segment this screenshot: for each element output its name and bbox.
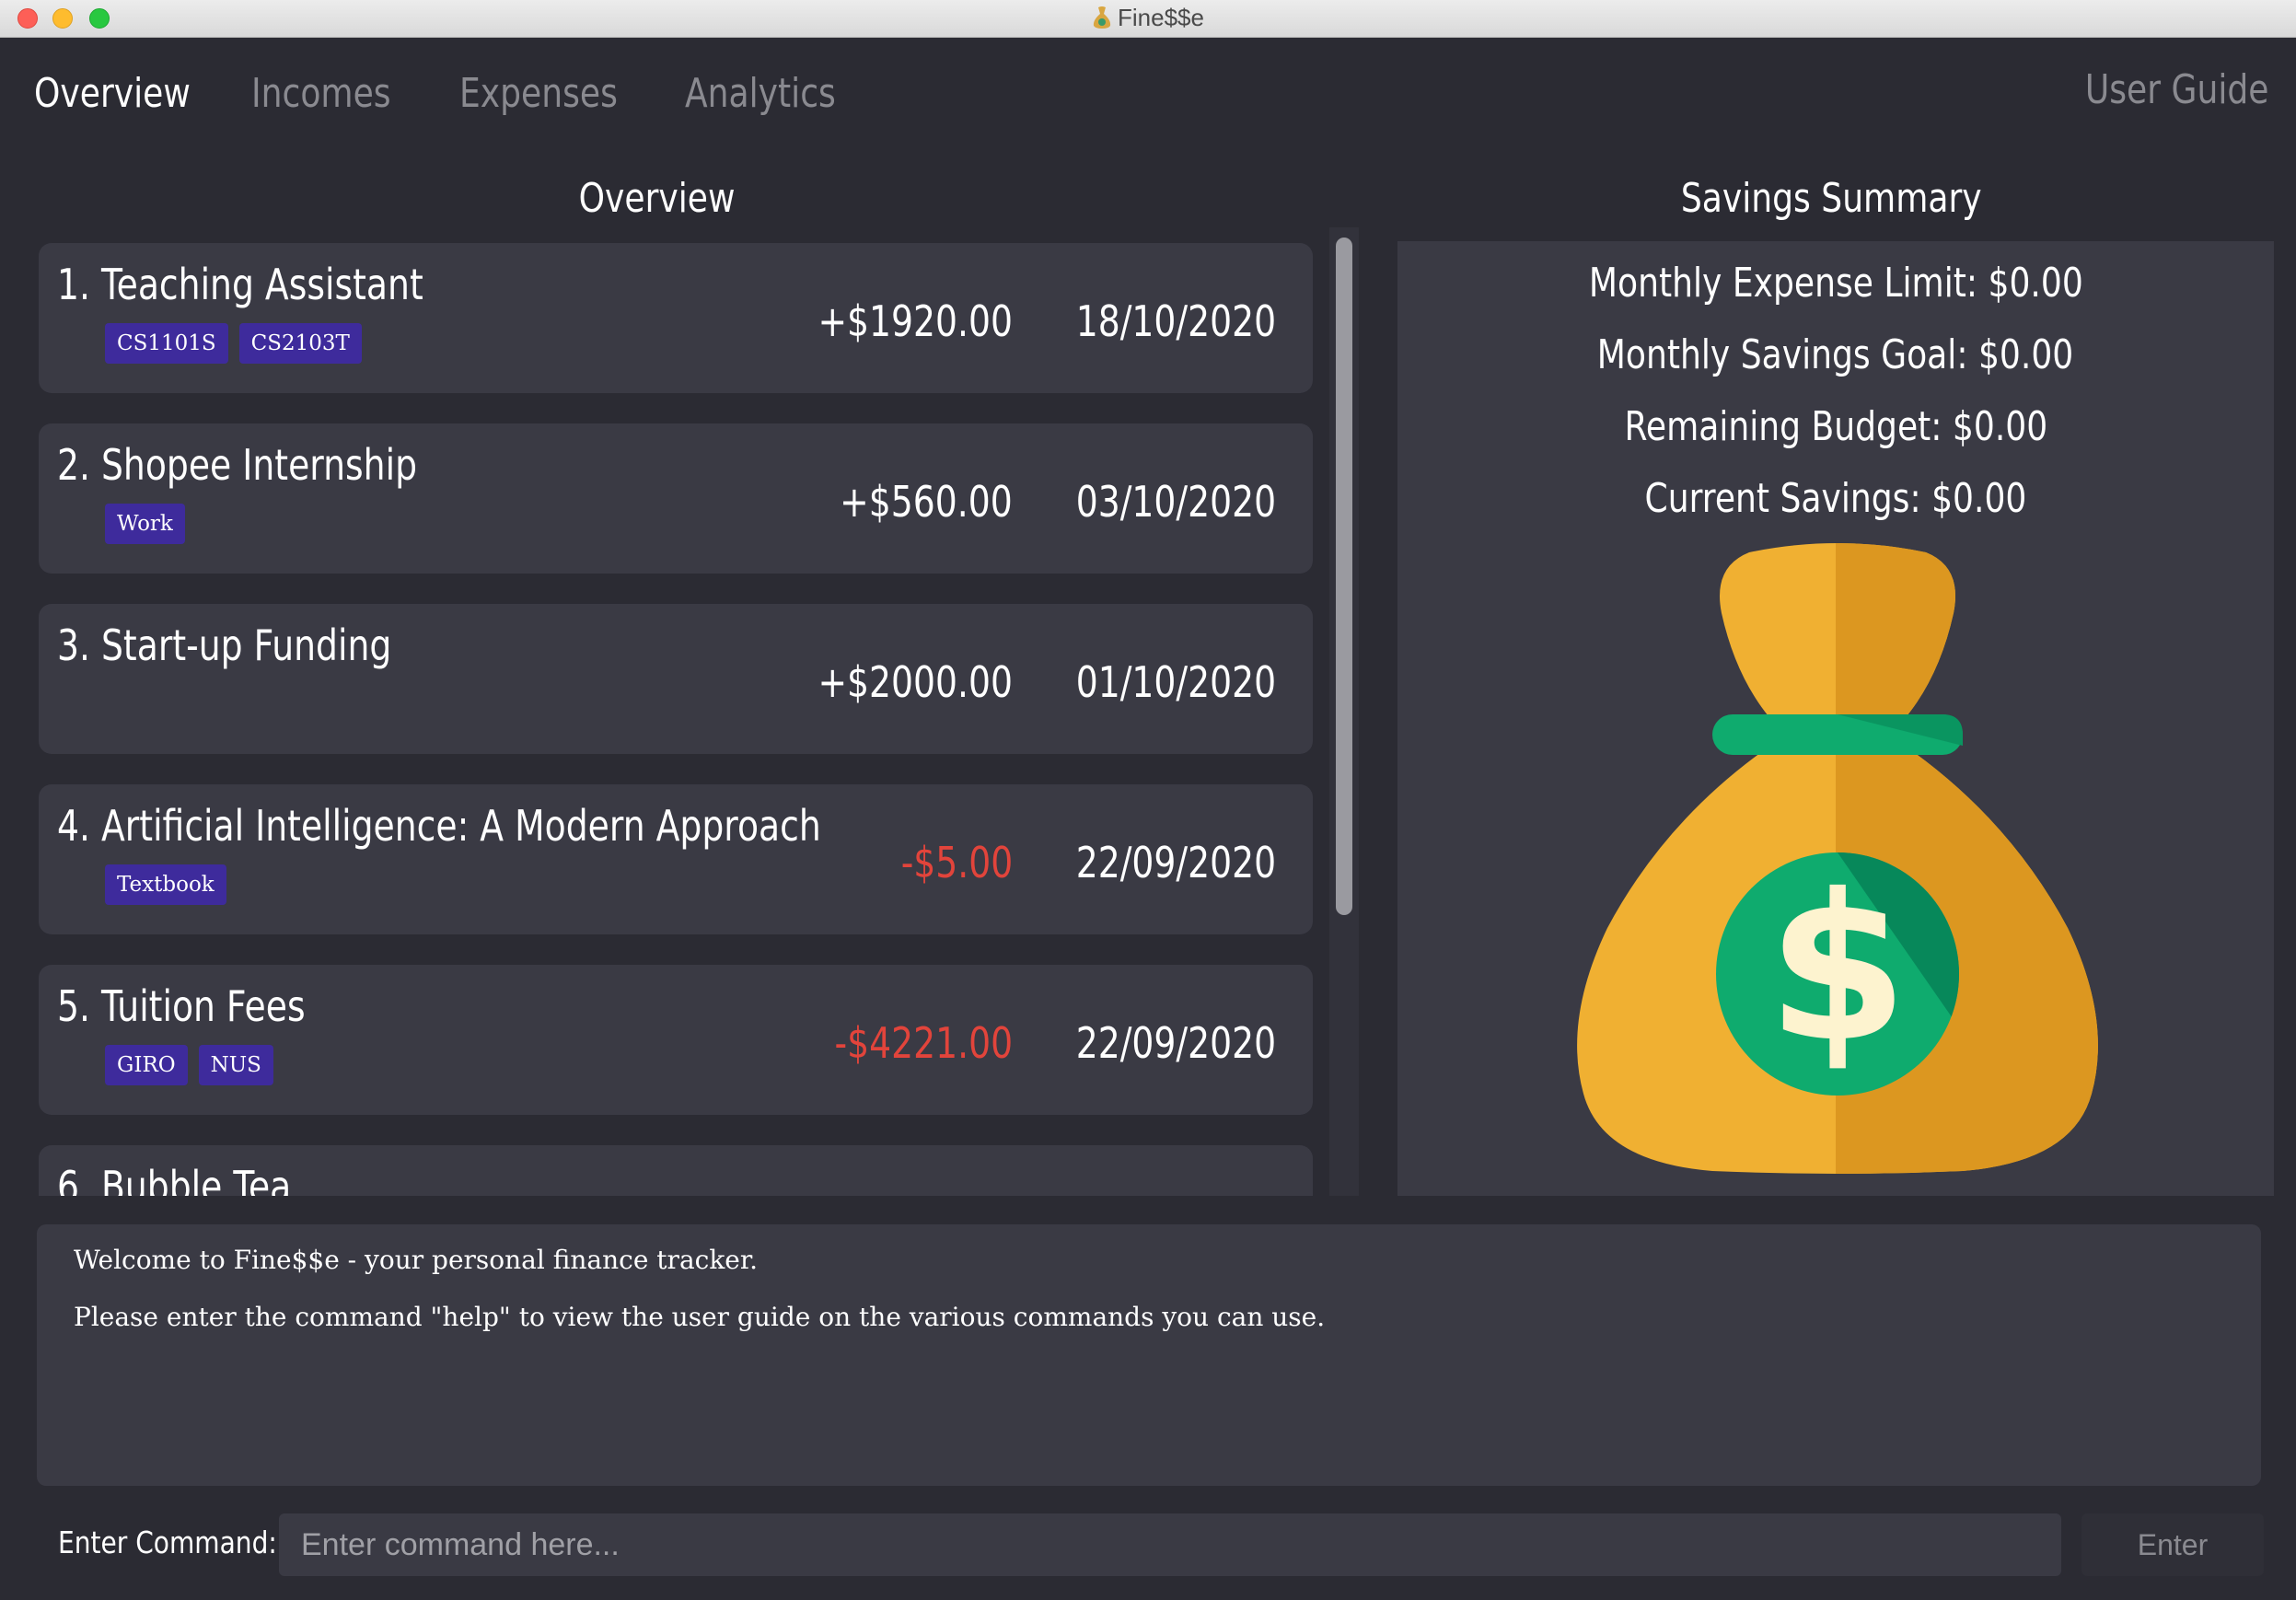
tag-list: Work (105, 504, 185, 544)
transaction-title: 1. Teaching Assistant (57, 260, 423, 309)
transaction-title: 6. Bubble Tea (57, 1162, 292, 1196)
window-title-wrapper: Fine$$e (0, 4, 2296, 32)
list-item[interactable]: 5. Tuition Fees GIRO NUS -$4221.00 22/09… (39, 965, 1313, 1115)
transaction-amount: -$5.00 (900, 838, 1013, 887)
transaction-date: 22/09/2020 (1075, 838, 1276, 887)
transaction-amount: +$1920.00 (818, 296, 1013, 346)
tag: Work (105, 504, 185, 544)
current-savings: Current Savings: $0.00 (1644, 475, 2027, 522)
transaction-date: 01/10/2020 (1075, 657, 1276, 707)
tag-list: CS1101S CS2103T (105, 323, 362, 364)
transaction-title: 2. Shopee Internship (57, 440, 418, 490)
tag-list: GIRO NUS (105, 1045, 273, 1085)
result-display: Welcome to Fine$$e - your personal finan… (37, 1224, 2261, 1486)
window-title-bar: Fine$$e (0, 0, 2296, 38)
list-item[interactable]: 2. Shopee Internship Work +$560.00 03/10… (39, 423, 1313, 574)
list-item[interactable]: 6. Bubble Tea (39, 1145, 1313, 1196)
monthly-savings-goal: Monthly Savings Goal: $0.00 (1597, 331, 2074, 378)
transaction-list[interactable]: 1. Teaching Assistant CS1101S CS2103T +$… (37, 241, 1316, 1196)
tab-analytics[interactable]: Analytics (685, 70, 836, 117)
tab-incomes[interactable]: Incomes (251, 70, 391, 117)
transaction-date: 22/09/2020 (1075, 1018, 1276, 1068)
money-bag-icon (1093, 6, 1111, 29)
transaction-title: 3. Start-up Funding (57, 620, 392, 670)
command-input[interactable] (279, 1513, 2061, 1576)
transaction-date: 03/10/2020 (1075, 477, 1276, 527)
transaction-amount: -$4221.00 (834, 1018, 1013, 1068)
savings-summary-heading: Savings Summary (1680, 175, 1982, 222)
tab-overview[interactable]: Overview (34, 70, 191, 117)
transaction-title: 5. Tuition Fees (57, 981, 306, 1031)
tag: NUS (198, 1045, 273, 1085)
help-message: Please enter the command "help" to view … (74, 1302, 1326, 1332)
transaction-amount: +$2000.00 (818, 657, 1013, 707)
tag: CS1101S (105, 323, 228, 364)
money-bag-icon: $ (1577, 543, 2098, 1174)
tab-expenses[interactable]: Expenses (459, 70, 618, 117)
user-guide-link[interactable]: User Guide (2084, 66, 2268, 113)
monthly-expense-limit: Monthly Expense Limit: $0.00 (1588, 260, 2083, 307)
transaction-amount: +$560.00 (840, 477, 1013, 527)
tag-list: Textbook (105, 864, 226, 905)
tag: GIRO (105, 1045, 188, 1085)
list-item[interactable]: 1. Teaching Assistant CS1101S CS2103T +$… (39, 243, 1313, 393)
welcome-message: Welcome to Fine$$e - your personal finan… (74, 1245, 759, 1275)
command-label: Enter Command: (58, 1525, 277, 1560)
window-title: Fine$$e (1118, 4, 1204, 31)
enter-button[interactable]: Enter (2081, 1513, 2264, 1576)
list-item[interactable]: 3. Start-up Funding +$2000.00 01/10/2020 (39, 604, 1313, 754)
transaction-date: 18/10/2020 (1075, 296, 1276, 346)
overview-heading: Overview (578, 175, 736, 222)
tag: Textbook (105, 864, 226, 905)
svg-text:$: $ (1767, 851, 1908, 1086)
list-item[interactable]: 4. Artificial Intelligence: A Modern App… (39, 784, 1313, 934)
list-scrollbar-thumb[interactable] (1336, 238, 1352, 915)
transaction-title: 4. Artificial Intelligence: A Modern App… (57, 801, 821, 851)
remaining-budget: Remaining Budget: $0.00 (1624, 403, 2047, 450)
tag: CS2103T (238, 323, 362, 364)
